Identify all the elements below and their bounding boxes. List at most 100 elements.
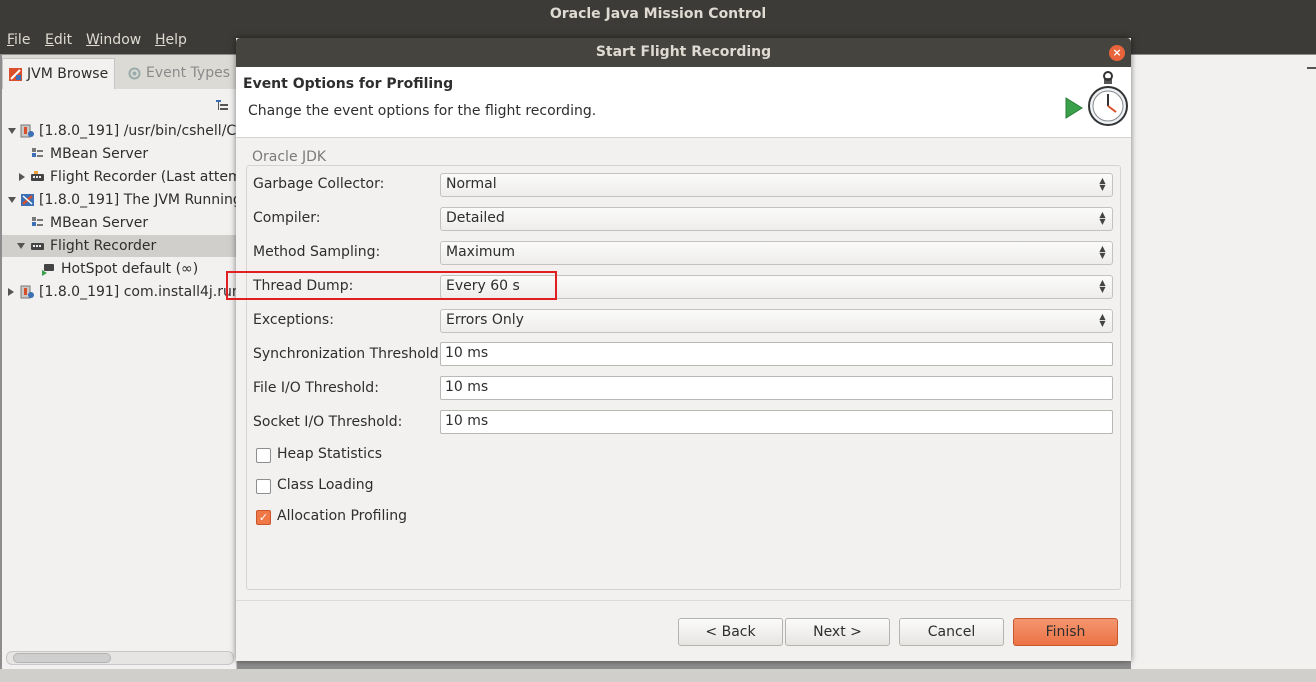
tab-jvm-browser-label: JVM Browse xyxy=(27,66,109,82)
jvm-icon xyxy=(21,194,34,206)
method-sampling-label: Method Sampling: xyxy=(253,244,381,260)
back-button[interactable]: < Back xyxy=(678,618,783,646)
jvm-browser-icon xyxy=(9,68,22,81)
spinner-arrows-icon: ▲ ▼ xyxy=(1099,244,1106,260)
spinner-arrows-icon: ▲ ▼ xyxy=(1099,210,1106,226)
tab-jvm-browser[interactable]: JVM Browse xyxy=(2,58,116,89)
menu-window-mnemonic: W xyxy=(86,32,100,48)
garbage-collector-select[interactable]: Normal ▲ ▼ xyxy=(440,173,1113,197)
header-title: Event Options for Profiling xyxy=(243,76,454,92)
close-icon[interactable]: × xyxy=(1109,45,1125,61)
tree-node-label: [1.8.0_191] com.install4j.runti xyxy=(39,284,237,300)
tree-node-flight-recorder-2[interactable]: Flight Recorder xyxy=(2,235,236,257)
flight-recorder-icon xyxy=(31,243,44,250)
dialog-title: Start Flight Recording xyxy=(236,38,1131,67)
tree-node-label: [1.8.0_191] The JVM Running M xyxy=(39,192,237,208)
menu-window[interactable]: Window xyxy=(86,32,141,48)
header-description: Change the event options for the flight … xyxy=(248,103,597,119)
checkmark-icon: ✓ xyxy=(258,511,269,524)
method-sampling-select[interactable]: Maximum ▲ ▼ xyxy=(440,241,1113,265)
tree-node-jvm-running[interactable]: [1.8.0_191] The JVM Running M xyxy=(2,189,237,211)
tree-node-jvm-install4j[interactable]: [1.8.0_191] com.install4j.runti xyxy=(2,281,237,303)
status-bar xyxy=(0,669,1316,682)
tree-node-label: MBean Server xyxy=(50,146,149,162)
menu-edit-mnemonic: E xyxy=(45,32,54,48)
collapse-all-icon[interactable] xyxy=(216,99,228,111)
cancel-button[interactable]: Cancel xyxy=(899,618,1004,646)
mbean-icon xyxy=(32,217,43,226)
file-io-threshold-field[interactable]: 10 ms xyxy=(440,376,1113,400)
menu-file-label: ile xyxy=(14,32,31,48)
tree-node-label: [1.8.0_191] /usr/bin/cshell/CS xyxy=(39,123,237,139)
exceptions-select[interactable]: Errors Only ▲ ▼ xyxy=(440,309,1113,333)
scrollbar-thumb[interactable] xyxy=(13,653,111,663)
expanded-arrow-icon[interactable] xyxy=(8,128,16,134)
allocation-profiling-label: Allocation Profiling xyxy=(277,508,408,524)
next-button[interactable]: Next > xyxy=(785,618,890,646)
tab-event-types[interactable]: Event Types xyxy=(122,58,236,88)
tree-node-label: Flight Recorder (Last attemp xyxy=(50,169,237,185)
editor-area xyxy=(1131,55,1316,669)
recording-icon xyxy=(42,264,54,276)
jvm-icon xyxy=(20,124,34,138)
collapsed-arrow-icon[interactable] xyxy=(19,173,25,181)
compiler-select[interactable]: Detailed ▲ ▼ xyxy=(440,207,1113,231)
tree-node-flight-recorder-1[interactable]: Flight Recorder (Last attemp xyxy=(2,166,237,188)
exceptions-label: Exceptions: xyxy=(253,312,334,328)
field-value: 10 ms xyxy=(445,413,489,429)
select-value: Errors Only xyxy=(446,312,524,328)
event-types-icon xyxy=(128,67,141,80)
tree-node-jvm-cshell[interactable]: [1.8.0_191] /usr/bin/cshell/CS xyxy=(2,120,237,142)
thread-dump-highlight xyxy=(226,271,557,300)
menu-file[interactable]: File xyxy=(7,32,30,48)
synchronization-threshold-label: Synchronization Threshold: xyxy=(253,346,444,362)
garbage-collector-label: Garbage Collector: xyxy=(253,176,385,192)
flight-recorder-icon xyxy=(31,171,44,181)
stopwatch-icon xyxy=(1065,71,1128,126)
menu-help-mnemonic: H xyxy=(155,32,166,48)
minimize-icon[interactable] xyxy=(1307,67,1316,69)
select-value: Detailed xyxy=(446,210,505,226)
heap-statistics-label: Heap Statistics xyxy=(277,446,383,462)
menu-help-label: elp xyxy=(165,32,187,48)
start-flight-recording-dialog: Start Flight Recording × Event Options f… xyxy=(226,38,1131,661)
tree-node-mbean-server-1[interactable]: MBean Server xyxy=(2,143,236,165)
class-loading-checkbox[interactable] xyxy=(256,479,271,494)
menu-window-label: indow xyxy=(99,32,142,48)
tree-node-hotspot-default[interactable]: HotSpot default (∞) xyxy=(2,258,236,280)
menu-edit-label: dit xyxy=(53,32,73,48)
synchronization-threshold-field[interactable]: 10 ms xyxy=(440,342,1113,366)
compiler-label: Compiler: xyxy=(253,210,321,226)
field-value: 10 ms xyxy=(445,379,489,395)
tree-node-label: MBean Server xyxy=(50,215,149,231)
tree-node-label: HotSpot default (∞) xyxy=(61,261,199,277)
jvm-icon xyxy=(20,285,34,299)
spinner-arrows-icon: ▲ ▼ xyxy=(1099,176,1106,192)
field-value: 10 ms xyxy=(445,345,489,361)
dialog-header: Event Options for Profiling Change the e… xyxy=(236,67,1131,138)
menu-file-mnemonic: F xyxy=(7,32,15,48)
tree-node-label: Flight Recorder xyxy=(50,238,157,254)
tree-node-mbean-server-2[interactable]: MBean Server xyxy=(2,212,236,234)
heap-statistics-checkbox[interactable] xyxy=(256,448,271,463)
select-value: Maximum xyxy=(446,244,515,260)
button-bar-separator xyxy=(236,600,1131,601)
horizontal-scrollbar[interactable] xyxy=(6,651,234,665)
finish-button[interactable]: Finish xyxy=(1013,618,1118,646)
jvm-browser-panel: JVM Browse Event Types [1.8.0_191] /usr/… xyxy=(2,55,237,669)
tab-event-types-label: Event Types xyxy=(146,65,231,81)
socket-io-threshold-field[interactable]: 10 ms xyxy=(440,410,1113,434)
mbean-icon xyxy=(32,148,43,157)
expanded-arrow-icon[interactable] xyxy=(8,197,16,203)
panel-tab-bar: JVM Browse Event Types xyxy=(2,55,236,89)
socket-io-threshold-label: Socket I/O Threshold: xyxy=(253,414,403,430)
select-value: Normal xyxy=(446,176,497,192)
spinner-arrows-icon: ▲ ▼ xyxy=(1099,312,1106,328)
menu-edit[interactable]: Edit xyxy=(45,32,72,48)
collapsed-arrow-icon[interactable] xyxy=(8,288,14,296)
class-loading-label: Class Loading xyxy=(277,477,374,493)
spinner-arrows-icon: ▲ ▼ xyxy=(1099,278,1106,294)
menu-help[interactable]: Help xyxy=(155,32,187,48)
allocation-profiling-checkbox[interactable]: ✓ xyxy=(256,510,271,525)
expanded-arrow-icon[interactable] xyxy=(17,243,25,249)
